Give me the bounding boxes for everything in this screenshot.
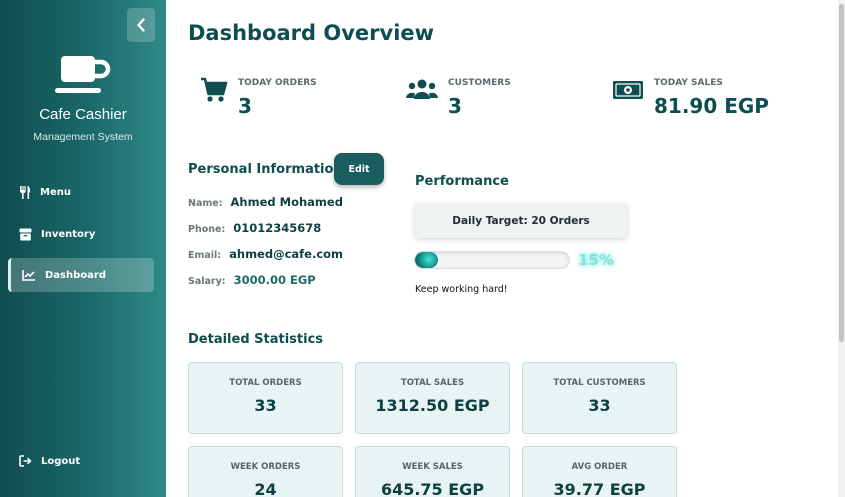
card-value: 1312.50 EGP <box>375 396 490 415</box>
card-label: TOTAL ORDERS <box>229 378 302 388</box>
sidebar-item-label: Inventory <box>41 228 96 240</box>
scrollbar-thumb[interactable] <box>839 4 844 342</box>
logout-icon <box>19 455 32 467</box>
sidebar-item-label: Menu <box>40 186 71 198</box>
progress-fill <box>415 252 439 268</box>
page-title: Dashboard Overview <box>188 21 435 45</box>
detailed-stats-title: Detailed Statistics <box>188 332 324 347</box>
logout-button[interactable]: Logout <box>8 444 154 478</box>
stat-customers: CUSTOMERS 3 <box>406 74 511 118</box>
stat-card-avg-order: AVG ORDER 39.77 EGP <box>522 446 677 497</box>
progress-percent: 15% <box>578 251 614 269</box>
collapse-sidebar-button[interactable] <box>127 8 155 42</box>
card-label: TOTAL SALES <box>400 378 465 388</box>
chevron-left-icon <box>137 18 145 32</box>
performance-title: Performance <box>415 174 509 189</box>
card-value: 33 <box>254 396 277 415</box>
chart-line-icon <box>22 270 35 281</box>
card-value: 24 <box>254 480 277 497</box>
sidebar-item-menu[interactable]: Menu <box>8 175 154 209</box>
info-row-phone: Phone: 01012345678 <box>188 221 321 235</box>
info-value: 3000.00 EGP <box>233 273 316 287</box>
sidebar-item-inventory[interactable]: Inventory <box>8 217 154 251</box>
info-row-name: Name: Ahmed Mohamed <box>188 195 343 209</box>
info-row-email: Email: ahmed@cafe.com <box>188 247 343 261</box>
coffee-cup-icon <box>55 56 111 93</box>
page-scrollbar[interactable] <box>838 0 845 497</box>
info-key: Salary: <box>188 276 226 287</box>
stat-card-total-customers: TOTAL CUSTOMERS 33 <box>522 362 677 434</box>
stat-today-orders: TODAY ORDERS 3 <box>200 74 317 118</box>
daily-target-box: Daily Target: 20 Orders <box>415 204 627 238</box>
stat-today-sales: TODAY SALES 81.90 EGP <box>612 74 769 118</box>
stat-label: CUSTOMERS <box>448 78 511 88</box>
card-label: WEEK SALES <box>402 462 463 472</box>
brand-subtitle: Management System <box>33 131 133 143</box>
stat-value: 81.90 EGP <box>654 94 769 118</box>
sidebar: Cafe Cashier Management System Menu Inve… <box>0 0 166 497</box>
info-value: Ahmed Mohamed <box>230 195 343 209</box>
sidebar-item-dashboard[interactable]: Dashboard <box>8 258 154 292</box>
card-label: AVG ORDER <box>571 462 628 472</box>
stat-card-total-orders: TOTAL ORDERS 33 <box>188 362 343 434</box>
info-row-salary: Salary: 3000.00 EGP <box>188 273 316 287</box>
edit-button[interactable]: Edit <box>334 153 384 185</box>
stat-value: 3 <box>238 94 252 118</box>
box-icon <box>19 228 32 240</box>
money-bill-icon <box>613 81 643 99</box>
stat-value: 3 <box>448 94 462 118</box>
performance-progress-bar <box>414 251 570 269</box>
info-key: Name: <box>188 198 223 209</box>
stat-card-total-sales: TOTAL SALES 1312.50 EGP <box>355 362 510 434</box>
card-label: TOTAL CUSTOMERS <box>553 378 646 388</box>
info-value: 01012345678 <box>233 221 322 235</box>
card-value: 645.75 EGP <box>380 480 485 497</box>
brand-title: Cafe Cashier <box>39 106 127 123</box>
utensils-icon <box>20 186 31 199</box>
stat-card-week-orders: WEEK ORDERS 24 <box>188 446 343 497</box>
motivation-message: Keep working hard! <box>415 284 508 295</box>
stat-card-week-sales: WEEK SALES 645.75 EGP <box>355 446 510 497</box>
card-label: WEEK ORDERS <box>230 462 301 472</box>
info-key: Email: <box>188 250 222 261</box>
stat-label: TODAY SALES <box>654 78 723 88</box>
stat-label: TODAY ORDERS <box>238 78 317 88</box>
personal-info-title: Personal Information <box>188 162 343 177</box>
card-value: 39.77 EGP <box>553 480 646 497</box>
info-key: Phone: <box>188 224 226 235</box>
shopping-cart-icon <box>201 77 228 102</box>
sidebar-item-label: Dashboard <box>45 269 106 281</box>
logout-label: Logout <box>41 455 81 467</box>
users-icon <box>406 79 438 99</box>
info-value: ahmed@cafe.com <box>229 247 344 261</box>
card-value: 33 <box>588 396 611 415</box>
